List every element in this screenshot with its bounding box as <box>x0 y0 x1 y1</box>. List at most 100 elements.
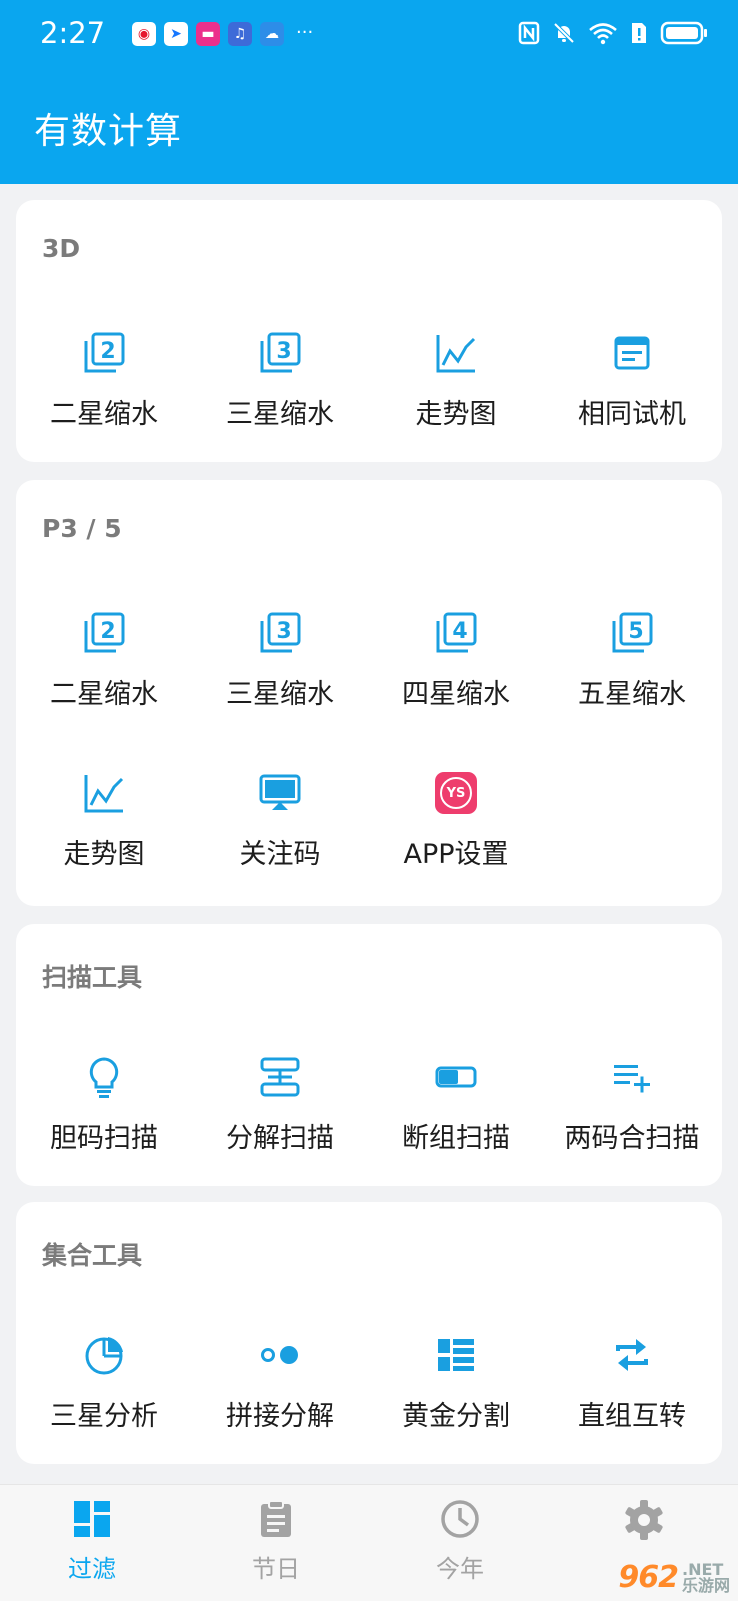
app-bar: 2:27 ◉ ➤ ▬ ♫ ☁ ··· 有数计算 <box>0 0 738 184</box>
tile-3d-same-test[interactable]: 相同试机 <box>544 328 720 431</box>
weibo-icon: ◉ <box>132 22 156 46</box>
nav-label: 过滤 <box>68 1555 116 1583</box>
tile-set-three-star-analysis[interactable]: 三星分析 <box>16 1330 192 1433</box>
nfc-icon <box>518 21 540 49</box>
tile-label: 胆码扫描 <box>50 1123 158 1154</box>
nav-settings[interactable] <box>552 1499 736 1551</box>
status-app-icons: ◉ ➤ ▬ ♫ ☁ ··· <box>132 22 313 46</box>
section-title: 集合工具 <box>42 1241 143 1270</box>
section-card-3d: 3D 2 二星缩水 3 三星缩水 走势图 相同试机 <box>16 200 722 462</box>
copy-3-icon: 3 <box>192 608 368 658</box>
wifi-icon <box>588 21 618 49</box>
nav-holiday[interactable]: 节日 <box>184 1499 368 1584</box>
swap-arrows-icon <box>544 1330 720 1380</box>
svg-text:3: 3 <box>276 339 291 364</box>
trend-chart-icon <box>368 328 544 378</box>
tile-p35-app-settings[interactable]: YS APP设置 <box>368 768 544 871</box>
tile-scan-break-group[interactable]: 断组扫描 <box>368 1052 544 1155</box>
tile-label: 三星缩水 <box>226 399 334 430</box>
tile-3d-three-star[interactable]: 3 三星缩水 <box>192 328 368 431</box>
tile-label: 二星缩水 <box>50 679 158 710</box>
tile-set-convert[interactable]: 直组互转 <box>544 1330 720 1433</box>
music-app-icon: ♫ <box>228 22 252 46</box>
tile-3d-two-star[interactable]: 2 二星缩水 <box>16 328 192 431</box>
weather-app-icon: ☁ <box>260 22 284 46</box>
tile-scan-two-code[interactable]: 两码合扫描 <box>544 1052 720 1155</box>
pie-chart-icon <box>16 1330 192 1380</box>
status-time: 2:27 <box>40 16 106 50</box>
tile-label: APP设置 <box>403 839 509 870</box>
nav-filter[interactable]: 过滤 <box>0 1499 184 1584</box>
copy-4-icon: 4 <box>368 608 544 658</box>
section-card-scan-tools: 扫描工具 胆码扫描 分解扫描 断组扫描 两码合扫描 <box>16 924 722 1186</box>
svg-text:2: 2 <box>100 619 115 644</box>
tile-p35-watch-code[interactable]: 关注码 <box>192 768 368 871</box>
dashboard-icon <box>0 1499 184 1543</box>
ys-logo-icon: YS <box>368 768 544 818</box>
shopping-app-icon: ▬ <box>196 22 220 46</box>
trend-chart-icon <box>16 768 192 818</box>
document-list-icon <box>544 328 720 378</box>
tile-label: 分解扫描 <box>226 1123 334 1154</box>
watermark-sub: 乐游网 <box>681 1575 730 1595</box>
nav-this-year[interactable]: 今年 <box>368 1499 552 1584</box>
clipboard-icon <box>184 1499 368 1543</box>
tile-p35-four-star[interactable]: 4 四星缩水 <box>368 608 544 711</box>
svg-text:4: 4 <box>452 619 467 644</box>
tile-set-splice[interactable]: 拼接分解 <box>192 1330 368 1433</box>
section-title: 扫描工具 <box>42 963 143 992</box>
gear-icon <box>552 1499 736 1545</box>
tile-scan-key-code[interactable]: 胆码扫描 <box>16 1052 192 1155</box>
more-status-icon: ··· <box>296 22 314 43</box>
watermark: 962 .NET 乐游网 <box>618 1560 730 1595</box>
svg-text:2: 2 <box>100 339 115 364</box>
status-bar: 2:27 ◉ ➤ ▬ ♫ ☁ ··· <box>0 0 738 70</box>
app-title: 有数计算 <box>34 111 183 152</box>
tile-p35-five-star[interactable]: 5 五星缩水 <box>544 608 720 711</box>
svg-text:3: 3 <box>276 619 291 644</box>
tile-label: 直组互转 <box>578 1401 686 1432</box>
section-card-set-tools: 集合工具 三星分析 拼接分解 黄金分割 直组互转 <box>16 1202 722 1464</box>
tile-label: 拼接分解 <box>226 1401 334 1432</box>
copy-5-icon: 5 <box>544 608 720 658</box>
monitor-icon <box>192 768 368 818</box>
tile-3d-trend[interactable]: 走势图 <box>368 328 544 431</box>
tile-label: 两码合扫描 <box>564 1123 700 1154</box>
tile-label: 相同试机 <box>578 399 686 430</box>
tile-label: 五星缩水 <box>578 679 686 710</box>
tile-label: 四星缩水 <box>402 679 510 710</box>
sim-alert-icon <box>630 21 648 49</box>
battery-icon <box>660 20 708 50</box>
lightbulb-icon <box>16 1052 192 1102</box>
status-indicators <box>518 20 708 50</box>
tile-label: 关注码 <box>239 839 321 870</box>
clock-icon <box>368 1499 552 1543</box>
section-title: 3D <box>42 234 81 263</box>
split-stack-icon <box>192 1052 368 1102</box>
tile-scan-split[interactable]: 分解扫描 <box>192 1052 368 1155</box>
tile-set-golden-split[interactable]: 黄金分割 <box>368 1330 544 1433</box>
tile-p35-trend[interactable]: 走势图 <box>16 768 192 871</box>
tile-p35-two-star[interactable]: 2 二星缩水 <box>16 608 192 711</box>
toggle-block-icon <box>368 1052 544 1102</box>
feather-app-icon: ➤ <box>164 22 188 46</box>
mute-bell-icon <box>552 21 576 49</box>
nav-label: 今年 <box>436 1555 484 1583</box>
watermark-logo: 962 <box>618 1560 679 1595</box>
grid-list-icon <box>368 1330 544 1380</box>
section-card-p35: P3 / 5 2 二星缩水 3 三星缩水 4 四星缩水 5 五星缩水 走势图 关… <box>16 480 722 906</box>
copy-3-icon: 3 <box>192 328 368 378</box>
tile-label: 走势图 <box>415 399 497 430</box>
tile-p35-three-star[interactable]: 3 三星缩水 <box>192 608 368 711</box>
ys-badge-text: YS <box>440 777 472 809</box>
copy-2-icon: 2 <box>16 608 192 658</box>
tile-label: 三星分析 <box>50 1401 158 1432</box>
bottom-nav: 过滤 节日 今年 962 .NET 乐游网 <box>0 1484 738 1601</box>
section-title: P3 / 5 <box>42 514 122 543</box>
tile-label: 三星缩水 <box>226 679 334 710</box>
playlist-add-icon <box>544 1052 720 1102</box>
dots-icon <box>192 1330 368 1380</box>
tile-label: 断组扫描 <box>402 1123 510 1154</box>
svg-text:5: 5 <box>628 619 643 644</box>
tile-label: 走势图 <box>63 839 145 870</box>
